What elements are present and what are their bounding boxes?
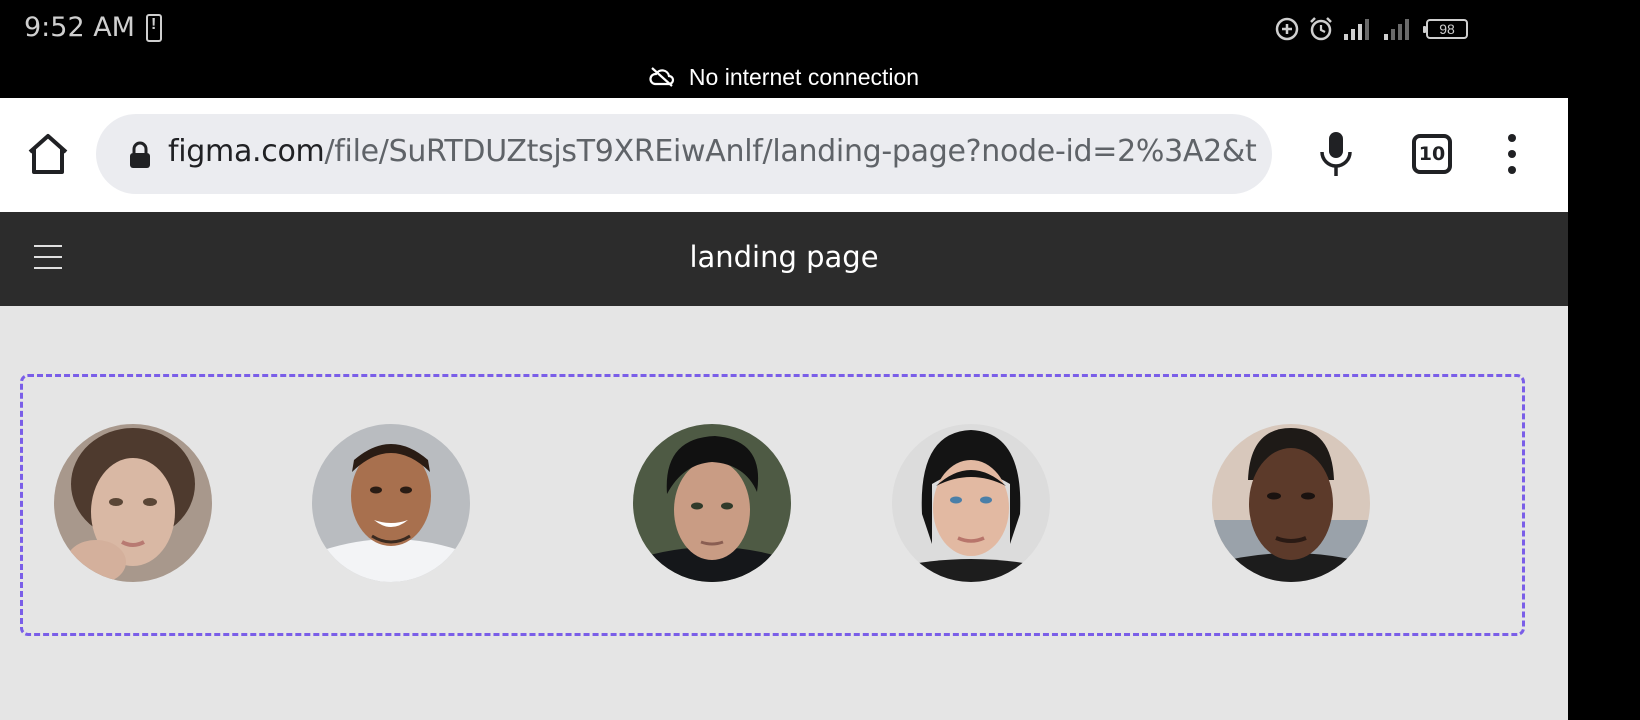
- microphone-icon[interactable]: [1316, 130, 1356, 178]
- home-icon[interactable]: [22, 128, 74, 180]
- avatar-1[interactable]: [54, 424, 212, 582]
- url-text[interactable]: figma.com/file/SuRTDUZtsjsT9XREiwAnlf/la…: [168, 134, 1258, 169]
- battery-icon: 98: [1423, 19, 1468, 39]
- status-icons: 98: [1274, 14, 1468, 44]
- avatar-2[interactable]: [312, 424, 470, 582]
- data-saver-icon: [1275, 17, 1299, 41]
- page-title: landing page: [689, 240, 879, 274]
- url-path: /file/SuRTDUZtsjsT9XREiwAnlf/landing-pag…: [324, 134, 1258, 169]
- avatar-5[interactable]: [1212, 424, 1370, 582]
- tabs-button[interactable]: 10: [1412, 134, 1452, 174]
- signal-icon: [1344, 19, 1369, 40]
- avatar-3[interactable]: [633, 424, 791, 582]
- status-time: 9:52 AM: [24, 12, 135, 43]
- phone-alert-icon: [146, 14, 162, 42]
- url-bar[interactable]: figma.com/file/SuRTDUZtsjsT9XREiwAnlf/la…: [96, 114, 1272, 194]
- cloud-off-icon: [649, 67, 675, 87]
- offline-banner: No internet connection: [0, 56, 1568, 98]
- browser-toolbar: figma.com/file/SuRTDUZtsjsT9XREiwAnlf/la…: [0, 98, 1568, 212]
- signal-icon-2: [1384, 19, 1409, 40]
- avatar-4[interactable]: [892, 424, 1050, 582]
- url-host: figma.com: [168, 134, 325, 169]
- offline-text: No internet connection: [688, 63, 920, 90]
- alarm-icon: [1310, 17, 1332, 41]
- more-vert-icon[interactable]: [1500, 132, 1524, 176]
- status-bar: 9:52 AM 98: [0, 0, 1640, 56]
- figma-header: landing page: [0, 212, 1568, 306]
- lock-icon[interactable]: [126, 140, 154, 170]
